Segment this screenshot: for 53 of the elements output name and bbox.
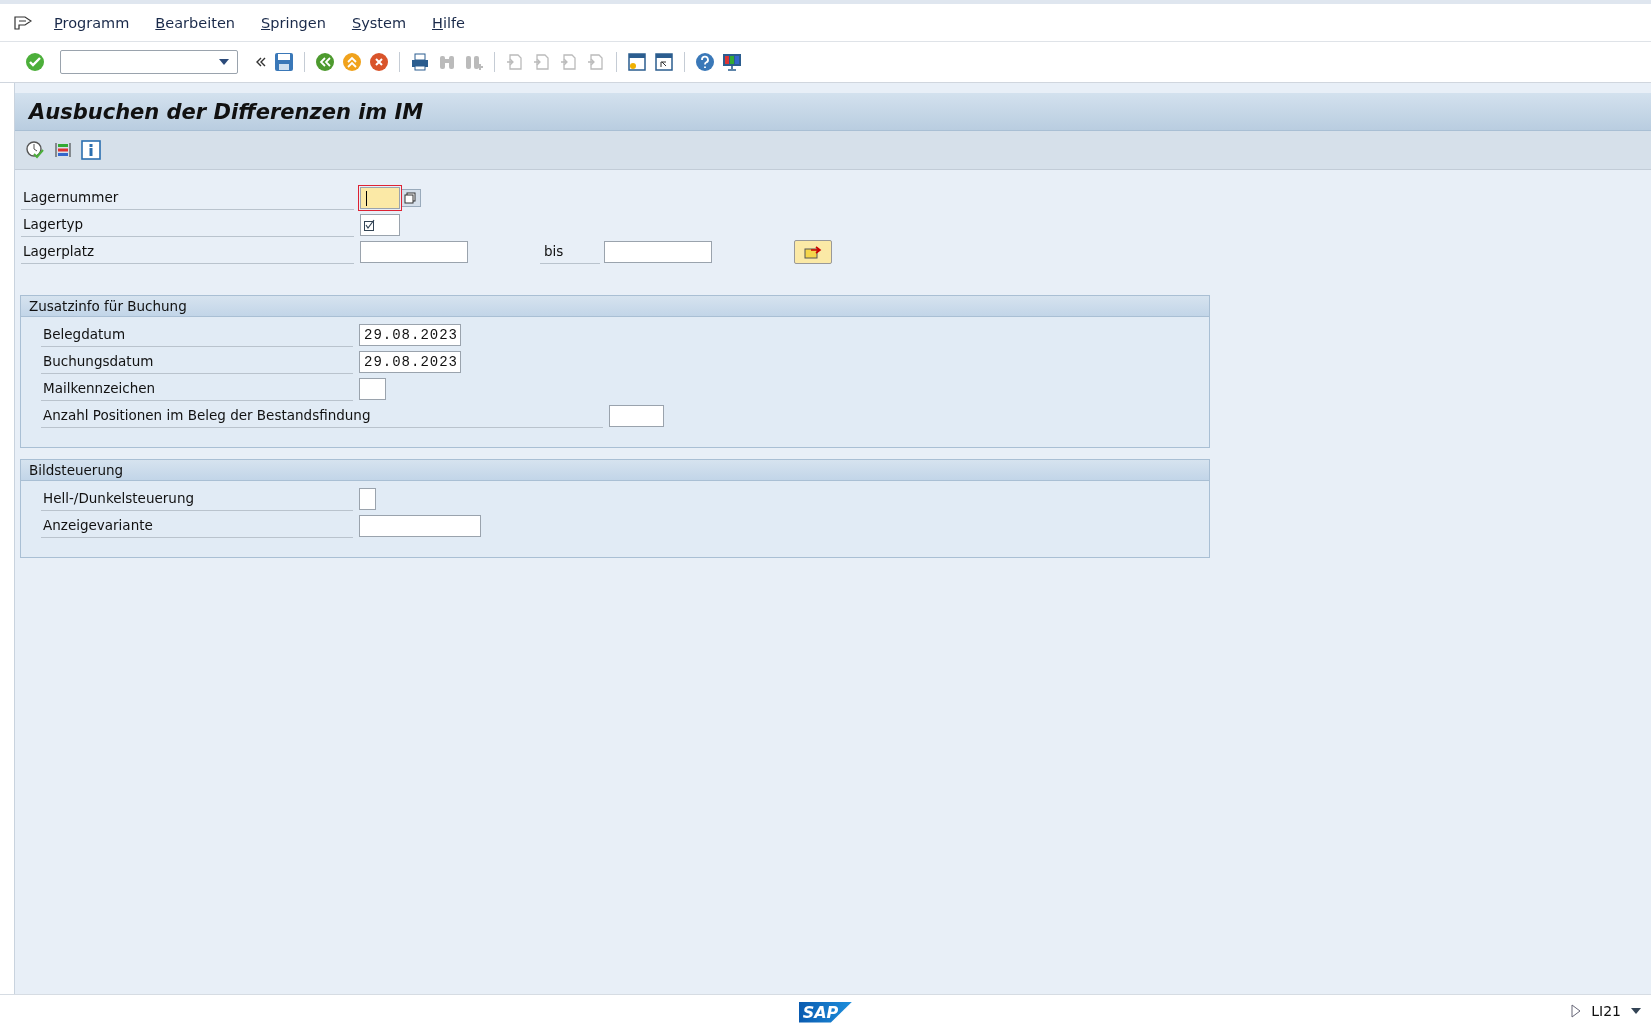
input-field[interactable] [360,240,468,263]
menu-item[interactable]: Bearbeiten [155,14,235,31]
group-title: Bildsteuerung [29,462,124,478]
input-field[interactable] [359,377,386,400]
field-label: Lagernummer [21,185,354,210]
field-label: Lagerplatz [21,239,354,264]
group-title: Zusatzinfo für Buchung [29,298,187,314]
list-icon[interactable] [53,140,73,160]
menu-item[interactable]: System [351,14,406,31]
back-icon[interactable] [315,52,335,72]
input-field[interactable] [609,404,664,427]
folder-arrow-icon [803,243,823,260]
exit-icon[interactable] [342,52,362,72]
play-icon[interactable] [1571,1004,1582,1018]
print-icon[interactable] [410,52,430,72]
input-field[interactable]: 29.08.2023 [359,350,461,373]
cancel-icon[interactable] [369,52,389,72]
input-field[interactable] [360,186,400,209]
field-label: Hell-/Dunkelsteuerung [41,486,353,511]
execute-icon[interactable] [25,140,45,160]
dropdown-icon[interactable] [1631,1008,1641,1014]
new-window-icon[interactable] [627,52,647,72]
enter-icon[interactable] [25,52,45,72]
checkbox-icon [364,218,376,231]
info-icon[interactable] [81,140,101,160]
menu-item[interactable]: Springen [261,14,326,31]
dropdown-icon[interactable] [219,59,229,65]
collapse-icon[interactable] [255,56,267,68]
input-field[interactable]: 29.08.2023 [359,323,461,346]
input-field[interactable] [359,514,481,537]
transaction-code: LI21 [1591,1003,1621,1019]
help-icon[interactable] [695,52,715,72]
field-label: Mailkennzeichen [41,376,353,401]
menu-icon[interactable] [14,15,32,30]
save-icon[interactable] [274,52,294,72]
multiple-selection-button[interactable] [794,239,832,264]
field-label: Anzeigevariante [41,513,353,538]
field-label: Lagertyp [21,212,354,237]
field-label: Belegdatum [41,322,353,347]
sap-logo: SAP [798,1001,853,1023]
input-field[interactable] [359,487,376,510]
input-field[interactable] [604,240,712,263]
input-field[interactable] [360,213,400,236]
menu-item[interactable]: Hilfe [432,14,465,31]
monitor-icon[interactable] [722,52,742,72]
menu-item[interactable]: Programm [54,14,130,31]
field-label: Buchungsdatum [41,349,353,374]
command-field[interactable] [60,50,238,74]
multiple-selection-icon[interactable] [401,188,421,207]
shortcut-icon[interactable] [654,52,674,72]
field-label: bis [540,239,600,264]
field-label: Anzahl Positionen im Beleg der Bestandsfindung [41,403,603,428]
screen-title: Ausbuchen der Differenzen im IM [29,99,424,124]
